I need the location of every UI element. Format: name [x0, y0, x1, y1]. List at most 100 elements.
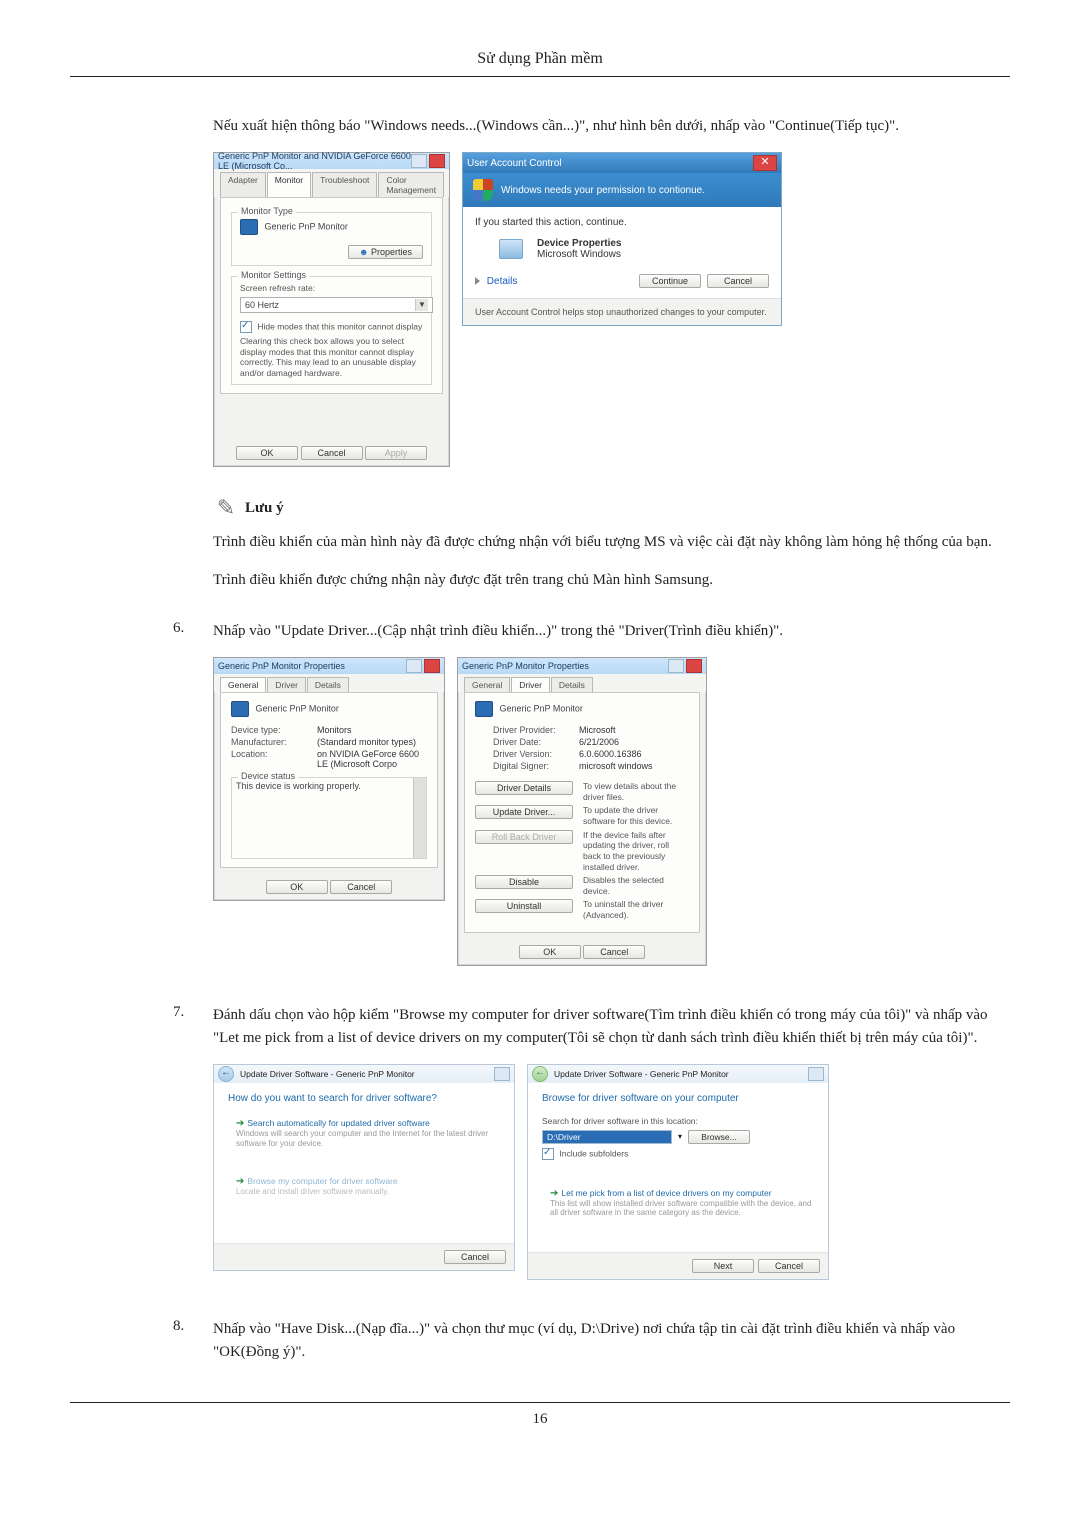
minimize-icon[interactable]	[411, 154, 427, 168]
include-subfolders-label: Include subfolders	[559, 1148, 628, 1158]
note-title: Lưu ý	[245, 500, 284, 517]
path-input[interactable]: D:\Driver	[542, 1130, 672, 1144]
monitor-icon	[231, 701, 249, 717]
uac-titlebar: User Account Control ✕	[463, 153, 781, 173]
monitor-icon	[475, 701, 493, 717]
note-icon: ✎	[213, 495, 239, 521]
props-driver-window: Generic PnP Monitor Properties General D…	[457, 657, 707, 966]
window-buttons	[411, 154, 445, 168]
roll-back-driver-button[interactable]: Roll Back Driver	[475, 830, 573, 844]
ok-button[interactable]: OK	[266, 880, 328, 894]
wizard-heading: Browse for driver software on your compu…	[542, 1093, 814, 1104]
device-name: Generic PnP Monitor	[256, 704, 339, 714]
include-subfolders-checkbox[interactable]	[542, 1148, 554, 1160]
tab-adapter[interactable]: Adapter	[220, 172, 266, 197]
device-status-group: Device status	[238, 771, 298, 781]
refresh-rate-select[interactable]: 60 Hertz ▼	[240, 297, 433, 313]
cancel-button[interactable]: Cancel	[707, 274, 769, 288]
next-button[interactable]: Next	[692, 1259, 754, 1273]
tab-strip: Adapter Monitor Troubleshoot Color Manag…	[214, 169, 449, 197]
cancel-button[interactable]: Cancel	[758, 1259, 820, 1273]
help-icon[interactable]	[668, 659, 684, 673]
option-let-me-pick[interactable]: ➔Let me pick from a list of device drive…	[542, 1186, 814, 1220]
window-title: Generic PnP Monitor Properties	[462, 661, 589, 671]
close-icon[interactable]	[808, 1067, 824, 1081]
program-name: Device Properties	[537, 238, 622, 249]
titlebar: Generic PnP Monitor and NVIDIA GeForce 6…	[214, 153, 449, 169]
device-name: Generic PnP Monitor	[500, 704, 583, 714]
cancel-button[interactable]: Cancel	[444, 1250, 506, 1264]
tab-monitor[interactable]: Monitor	[267, 172, 311, 197]
uac-started-label: If you started this action, continue.	[475, 217, 769, 228]
program-publisher: Microsoft Windows	[537, 249, 622, 260]
tab-general[interactable]: General	[464, 677, 510, 692]
device-type-value: Monitors	[317, 725, 427, 735]
option-browse-computer[interactable]: ➔Browse my computer for driver software …	[228, 1174, 500, 1199]
scrollbar[interactable]	[413, 778, 426, 858]
properties-button[interactable]: ☻ Properties	[348, 245, 423, 259]
ok-button[interactable]: OK	[519, 945, 581, 959]
close-icon[interactable]	[424, 659, 440, 673]
uac-headline: Windows needs your permission to contion…	[463, 173, 781, 207]
location-label: Search for driver software in this locat…	[542, 1116, 814, 1127]
tab-driver[interactable]: Driver	[267, 677, 306, 692]
device-status-text: This device is working properly.	[232, 778, 413, 858]
uac-footer: User Account Control helps stop unauthor…	[463, 298, 781, 325]
uninstall-button[interactable]: Uninstall	[475, 899, 573, 913]
window-title: Generic PnP Monitor and NVIDIA GeForce 6…	[218, 151, 411, 171]
help-icon[interactable]	[406, 659, 422, 673]
figure-driver-properties: Generic PnP Monitor Properties General D…	[213, 657, 1000, 966]
monitor-name-label: Generic PnP Monitor	[265, 222, 348, 232]
close-icon[interactable]	[494, 1067, 510, 1081]
step-7-text: Đánh dấu chọn vào hộp kiểm "Browse my co…	[213, 1004, 1000, 1051]
note-block: ✎ Lưu ý Trình điều khiển của màn hình nà…	[213, 495, 1000, 592]
uac-window: User Account Control ✕ Windows needs you…	[462, 152, 782, 326]
cancel-button[interactable]: Cancel	[330, 880, 392, 894]
driver-version-value: 6.0.6000.16386	[579, 749, 689, 759]
step-8-text: Nhấp vào "Have Disk...(Nạp đĩa...)" và c…	[213, 1318, 1000, 1365]
wizard-browse-window: ← Update Driver Software - Generic PnP M…	[527, 1064, 829, 1280]
back-icon[interactable]: ←	[218, 1066, 234, 1082]
back-icon[interactable]: ←	[532, 1066, 548, 1082]
browse-button[interactable]: Browse...	[688, 1130, 750, 1144]
tab-details[interactable]: Details	[551, 677, 593, 692]
close-icon[interactable]	[429, 154, 445, 168]
apply-button[interactable]: Apply	[365, 446, 427, 460]
tab-details[interactable]: Details	[307, 677, 349, 692]
group-monitor-type: Monitor Type	[238, 206, 296, 216]
tab-general[interactable]: General	[220, 677, 266, 692]
manufacturer-value: (Standard monitor types)	[317, 737, 427, 747]
chevron-down-icon: ▼	[415, 299, 428, 311]
hide-modes-checkbox[interactable]	[240, 321, 252, 333]
monitor-icon	[240, 219, 258, 235]
continue-button[interactable]: Continue	[639, 274, 701, 288]
close-icon[interactable]: ✕	[753, 155, 777, 171]
option-search-auto[interactable]: ➔Search automatically for updated driver…	[228, 1116, 500, 1150]
update-driver-button[interactable]: Update Driver...	[475, 805, 573, 819]
cancel-button[interactable]: Cancel	[301, 446, 363, 460]
wizard-crumb: Update Driver Software - Generic PnP Mon…	[554, 1069, 729, 1079]
wizard-search-window: ← Update Driver Software - Generic PnP M…	[213, 1064, 515, 1271]
hide-modes-description: Clearing this check box allows you to se…	[240, 336, 423, 379]
header-rule	[70, 76, 1010, 77]
driver-provider-value: Microsoft	[579, 725, 689, 735]
hide-modes-label: Hide modes that this monitor cannot disp…	[257, 321, 422, 331]
step-7-number: 7.	[173, 1004, 213, 1290]
program-icon	[499, 239, 523, 259]
digital-signer-value: microsoft windows	[579, 761, 689, 771]
page-number: 16	[70, 1411, 1010, 1428]
page-header: Sử dụng Phần mềm	[70, 50, 1010, 76]
tab-driver[interactable]: Driver	[511, 677, 550, 692]
cancel-button[interactable]: Cancel	[583, 945, 645, 959]
close-icon[interactable]	[686, 659, 702, 673]
disable-button[interactable]: Disable	[475, 875, 573, 889]
arrow-right-icon: ➔	[236, 1176, 244, 1187]
arrow-right-icon: ➔	[550, 1188, 558, 1199]
details-link[interactable]: Details	[487, 276, 518, 287]
note-paragraph-1: Trình điều khiển của màn hình này đã đượ…	[213, 531, 1000, 554]
window-title: Generic PnP Monitor Properties	[218, 661, 345, 671]
tab-troubleshoot[interactable]: Troubleshoot	[312, 172, 377, 197]
driver-details-button[interactable]: Driver Details	[475, 781, 573, 795]
tab-color-management[interactable]: Color Management	[378, 172, 444, 197]
ok-button[interactable]: OK	[236, 446, 298, 460]
